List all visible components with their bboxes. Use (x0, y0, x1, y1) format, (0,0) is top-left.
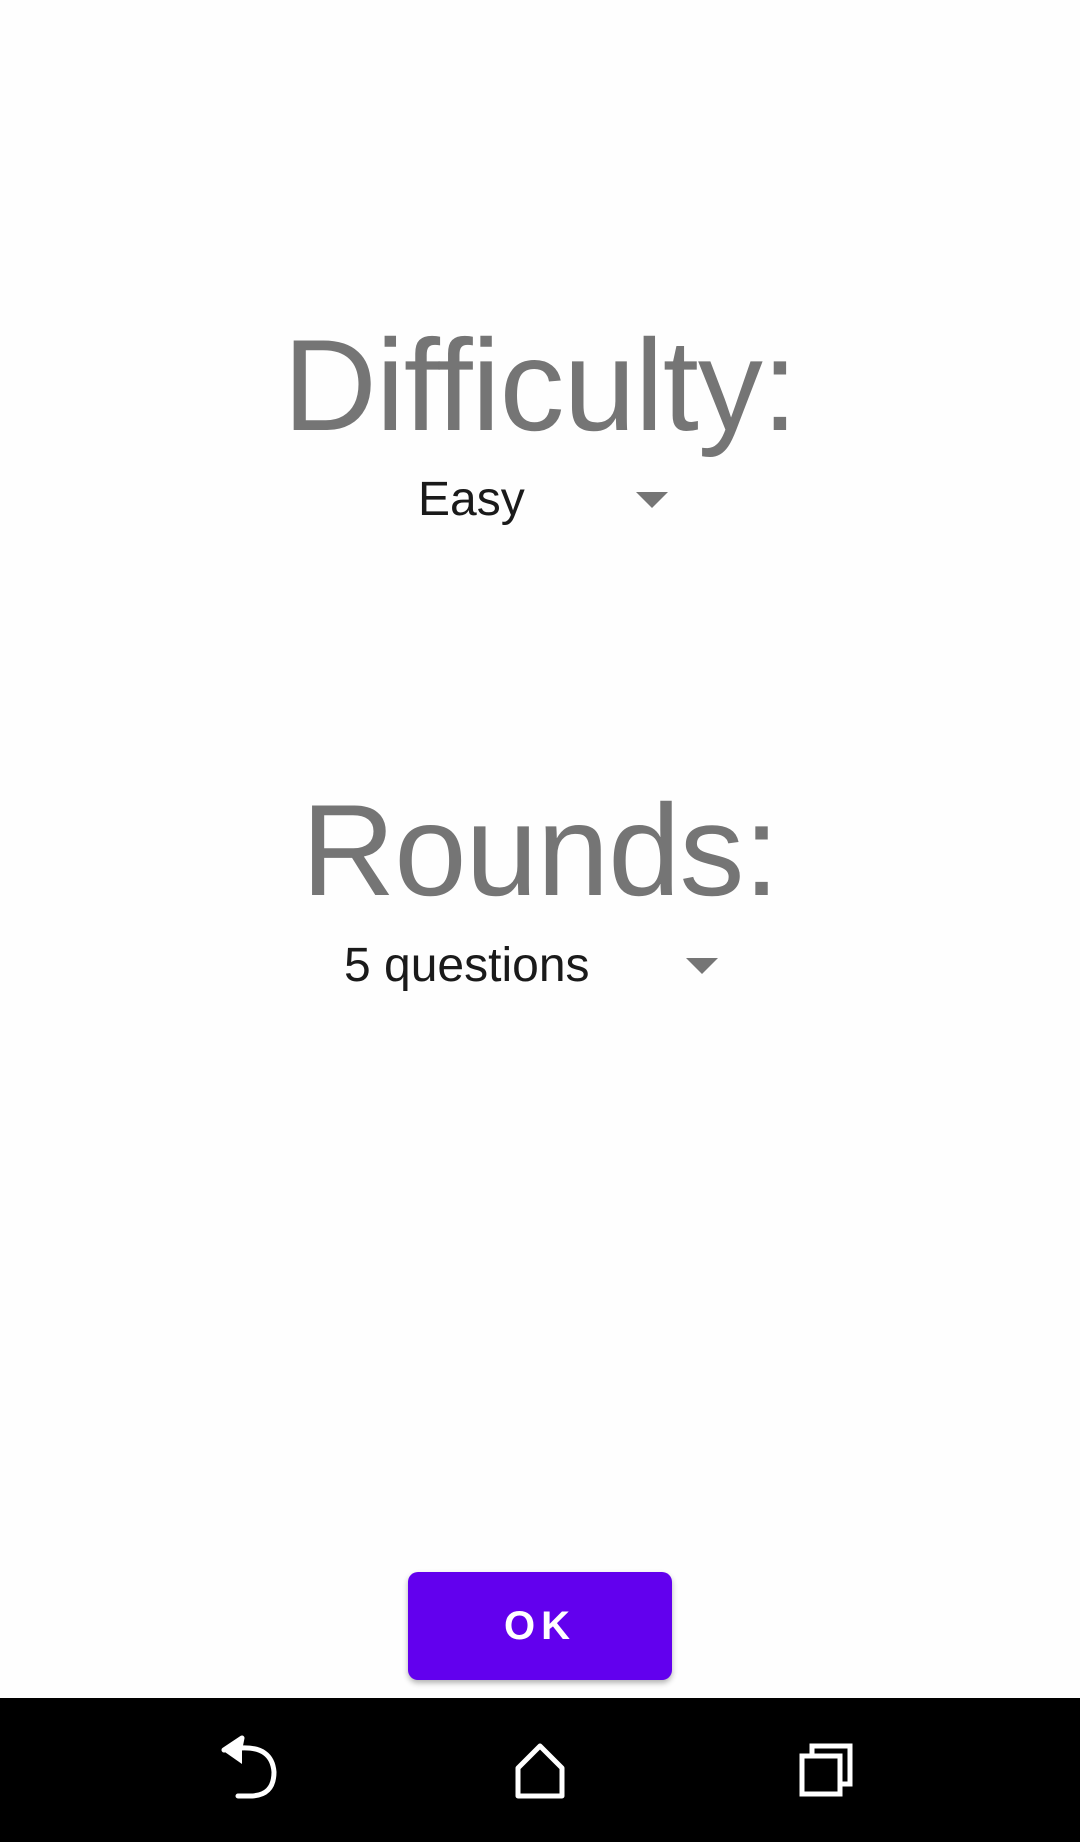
recents-icon[interactable] (788, 1730, 868, 1810)
rounds-dropdown[interactable]: 5 questions (344, 931, 724, 1001)
dropdown-arrow-icon (636, 492, 668, 508)
rounds-title: Rounds: (301, 777, 779, 923)
dropdown-arrow-icon (686, 958, 718, 974)
app-screen: Difficulty: Easy Rounds: 5 questions OK (0, 0, 1080, 1698)
home-icon[interactable] (500, 1730, 580, 1810)
difficulty-title: Difficulty: (283, 312, 798, 458)
difficulty-dropdown[interactable]: Easy (418, 465, 678, 535)
difficulty-selected-value: Easy (418, 473, 525, 526)
system-nav-bar (0, 1698, 1080, 1842)
ok-button[interactable]: OK (408, 1572, 672, 1680)
back-icon[interactable] (212, 1730, 292, 1810)
rounds-selected-value: 5 questions (344, 939, 590, 992)
